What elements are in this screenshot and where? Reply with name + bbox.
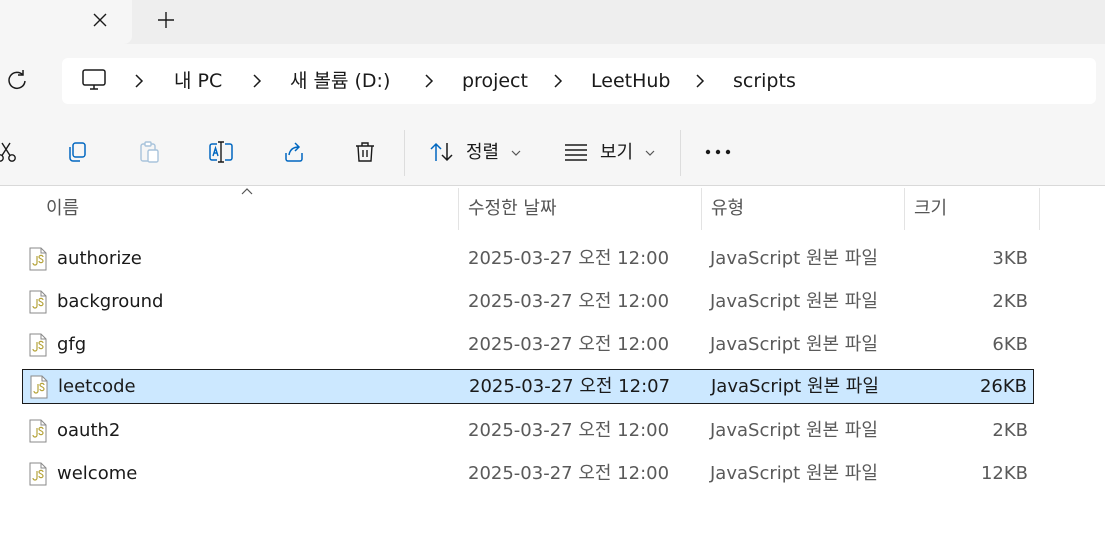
cut-button[interactable] [0, 138, 20, 166]
javascript-file-icon [29, 247, 47, 271]
file-name: welcome [57, 463, 138, 484]
column-header-name[interactable]: 이름 [46, 198, 79, 220]
column-divider[interactable] [458, 188, 459, 230]
chevron-down-icon[interactable] [511, 148, 521, 158]
file-name: gfg [57, 334, 87, 355]
toolbar-separator [680, 130, 681, 176]
share-icon [285, 142, 303, 162]
share-button[interactable] [280, 138, 308, 166]
file-row[interactable]: oauth2 2025-03-27 오전 12:00 JavaScript 원본 파… [22, 414, 1034, 449]
delete-icon [356, 142, 374, 162]
file-size: 2KB [992, 291, 1028, 312]
breadcrumb-item-leethub[interactable]: LeetHub [591, 69, 670, 93]
file-name: leetcode [58, 376, 136, 397]
refresh-button[interactable] [4, 67, 30, 93]
chevron-right-icon[interactable] [551, 72, 565, 90]
paste-button[interactable] [135, 138, 163, 166]
view-label[interactable]: 보기 [600, 142, 633, 164]
file-row[interactable]: welcome 2025-03-27 오전 12:00 JavaScript 원본 … [22, 457, 1034, 492]
rename-icon [209, 141, 233, 163]
file-size: 6KB [992, 334, 1028, 355]
file-type: JavaScript 원본 파일 [710, 248, 878, 269]
more-icon [705, 149, 731, 155]
rename-button[interactable] [207, 138, 235, 166]
column-header-size[interactable]: 크기 [914, 198, 947, 220]
command-bar [0, 116, 1105, 186]
file-modified-date: 2025-03-27 오전 12:00 [468, 334, 670, 355]
file-modified-date: 2025-03-27 오전 12:00 [468, 248, 670, 269]
file-size: 12KB [980, 463, 1028, 484]
sort-ascending-icon [241, 188, 253, 195]
breadcrumb-item-project[interactable]: project [462, 69, 528, 93]
file-modified-date: 2025-03-27 오전 12:00 [468, 291, 670, 312]
view-icon [565, 144, 587, 161]
chevron-right-icon[interactable] [422, 72, 436, 90]
column-header-date[interactable]: 수정한 날짜 [468, 198, 557, 220]
file-name: authorize [57, 248, 142, 269]
chevron-right-icon[interactable] [132, 72, 146, 90]
file-type: JavaScript 원본 파일 [710, 334, 878, 355]
file-type: JavaScript 원본 파일 [710, 291, 878, 312]
sort-icon [430, 142, 453, 162]
javascript-file-icon [29, 462, 47, 486]
breadcrumb-item-scripts[interactable]: scripts [733, 69, 796, 93]
file-size: 2KB [992, 420, 1028, 441]
file-type: JavaScript 원본 파일 [710, 463, 878, 484]
javascript-file-icon [29, 333, 47, 357]
file-type: JavaScript 원본 파일 [710, 420, 878, 441]
delete-button[interactable] [351, 138, 379, 166]
file-modified-date: 2025-03-27 오전 12:07 [469, 376, 671, 397]
javascript-file-icon [30, 375, 48, 399]
file-row[interactable]: gfg 2025-03-27 오전 12:00 JavaScript 원본 파일 6K… [22, 328, 1034, 363]
view-button[interactable] [562, 138, 590, 166]
refresh-icon [8, 70, 26, 90]
file-name: background [57, 291, 164, 312]
breadcrumb-item-this-pc[interactable]: 내 PC [174, 69, 222, 93]
sort-label[interactable]: 정렬 [466, 142, 499, 164]
cut-icon [0, 142, 16, 162]
column-divider[interactable] [904, 188, 905, 230]
chevron-right-icon[interactable] [250, 72, 264, 90]
column-divider[interactable] [1039, 188, 1040, 230]
file-size: 3KB [992, 248, 1028, 269]
file-modified-date: 2025-03-27 오전 12:00 [468, 463, 670, 484]
chevron-down-icon[interactable] [645, 148, 655, 158]
sort-button[interactable] [428, 138, 456, 166]
javascript-file-icon [29, 290, 47, 314]
plus-icon [158, 12, 174, 28]
file-type: JavaScript 원본 파일 [711, 376, 879, 397]
toolbar-separator [404, 130, 405, 176]
javascript-file-icon [29, 419, 47, 443]
file-row[interactable]: background 2025-03-27 오전 12:00 JavaScript … [22, 285, 1034, 320]
copy-icon [69, 142, 86, 162]
file-size: 26KB [979, 376, 1027, 397]
this-pc-icon[interactable] [80, 66, 108, 94]
column-header-type[interactable]: 유형 [711, 198, 744, 220]
paste-icon [140, 141, 159, 163]
chevron-right-icon[interactable] [693, 72, 707, 90]
file-name: oauth2 [57, 420, 121, 441]
copy-button[interactable] [63, 138, 91, 166]
column-divider[interactable] [701, 188, 702, 230]
new-tab-button[interactable] [152, 6, 180, 34]
file-row[interactable]: leetcode 2025-03-27 오전 12:07 JavaScript 원본… [22, 369, 1034, 404]
file-row[interactable]: authorize 2025-03-27 오전 12:00 JavaScript 원… [22, 242, 1034, 277]
more-options-button[interactable] [704, 138, 732, 166]
close-icon [93, 13, 107, 27]
breadcrumb-item-drive[interactable]: 새 볼륨 (D:) [290, 69, 390, 93]
file-modified-date: 2025-03-27 오전 12:00 [468, 420, 670, 441]
close-tab-button[interactable] [86, 6, 114, 34]
